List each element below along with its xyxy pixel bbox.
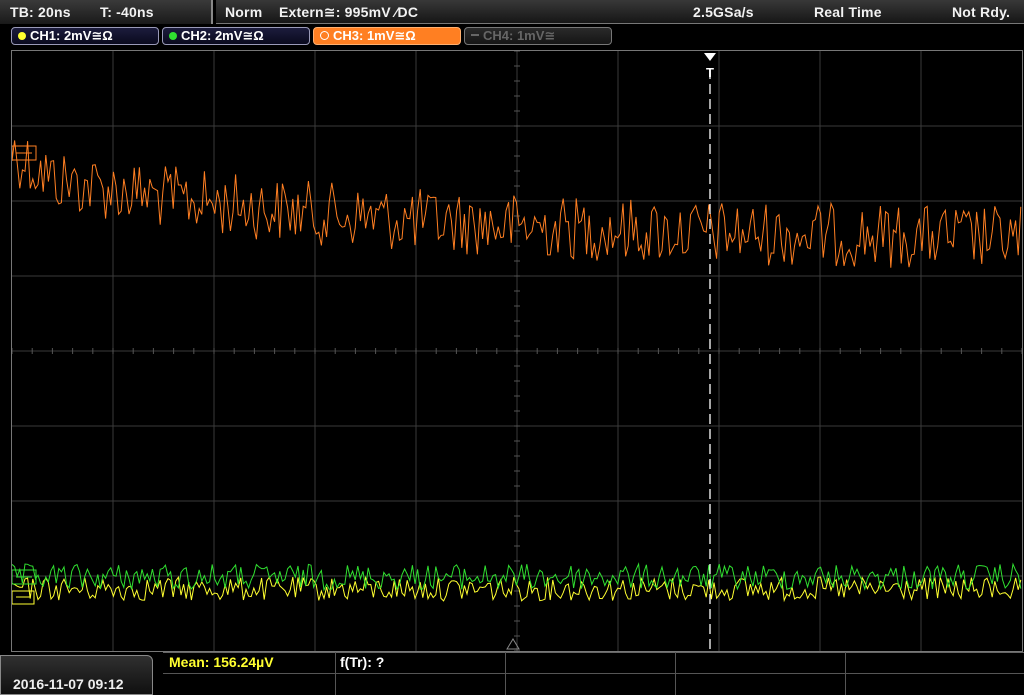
datetime-readout: 2016-11-07 09:12 — [13, 676, 124, 692]
trigger-position-arrow-icon[interactable] — [704, 53, 716, 61]
acquisition-panel[interactable]: Norm Extern≅: 995mV ∕DC 2.5GSa/s Real Ti… — [216, 0, 1024, 24]
traces — [12, 140, 1022, 603]
status-bar: TB: 20ns T: -40ns Norm Extern≅: 995mV ∕D… — [0, 0, 1024, 24]
ch4-indicator-icon — [471, 34, 479, 36]
trigger-source: Extern≅: 995mV — [279, 4, 391, 20]
ch3-trace — [12, 140, 1022, 268]
trigger-mode: Norm — [225, 4, 263, 20]
frequency-measurement[interactable]: f(Tr): ? — [340, 654, 384, 670]
channel-tab-ch1[interactable]: CH1: 2mV≅Ω — [11, 27, 159, 45]
sample-rate: 2.5GSa/s — [693, 4, 754, 20]
measurement-cell-divider — [845, 652, 846, 695]
graticule — [12, 51, 1022, 651]
measurement-row-divider — [163, 673, 1024, 674]
run-status: Not Rdy. — [952, 4, 1011, 20]
trigger-marker-label: T — [706, 65, 714, 80]
ch4-label: CH4: 1mV≅ — [483, 28, 556, 43]
mean-measurement[interactable]: Mean: 156.24µV — [169, 654, 274, 670]
ch2-indicator-icon — [169, 32, 177, 40]
timebase-readout: TB: 20ns — [10, 4, 71, 20]
ch1-label: CH1: 2mV≅Ω — [30, 28, 113, 43]
timebase-panel[interactable]: TB: 20ns T: -40ns — [0, 0, 213, 24]
ch2-trace — [12, 562, 1022, 592]
waveform-display[interactable]: T — [12, 51, 1022, 651]
channel-tab-ch2[interactable]: CH2: 2mV≅Ω — [162, 27, 310, 45]
acquisition-mode: Real Time — [814, 4, 882, 20]
trigger-edge: ∕DC — [395, 4, 419, 20]
measurement-cell-divider — [675, 652, 676, 695]
channel-tab-ch3[interactable]: CH3: 1mV≅Ω — [313, 27, 461, 45]
measurement-cell-divider — [505, 652, 506, 695]
ch1-trace — [12, 575, 1022, 603]
datetime-panel: 2016-11-07 09:12 — [0, 655, 153, 695]
ch2-label: CH2: 2mV≅Ω — [181, 28, 264, 43]
measurement-cell-divider — [335, 652, 336, 695]
ch3-label: CH3: 1mV≅Ω — [333, 28, 416, 43]
ch1-indicator-icon — [18, 32, 26, 40]
trigger-time-readout: T: -40ns — [100, 4, 154, 20]
channel-tab-ch4[interactable]: CH4: 1mV≅ — [464, 27, 612, 45]
ch3-indicator-icon — [320, 31, 329, 40]
